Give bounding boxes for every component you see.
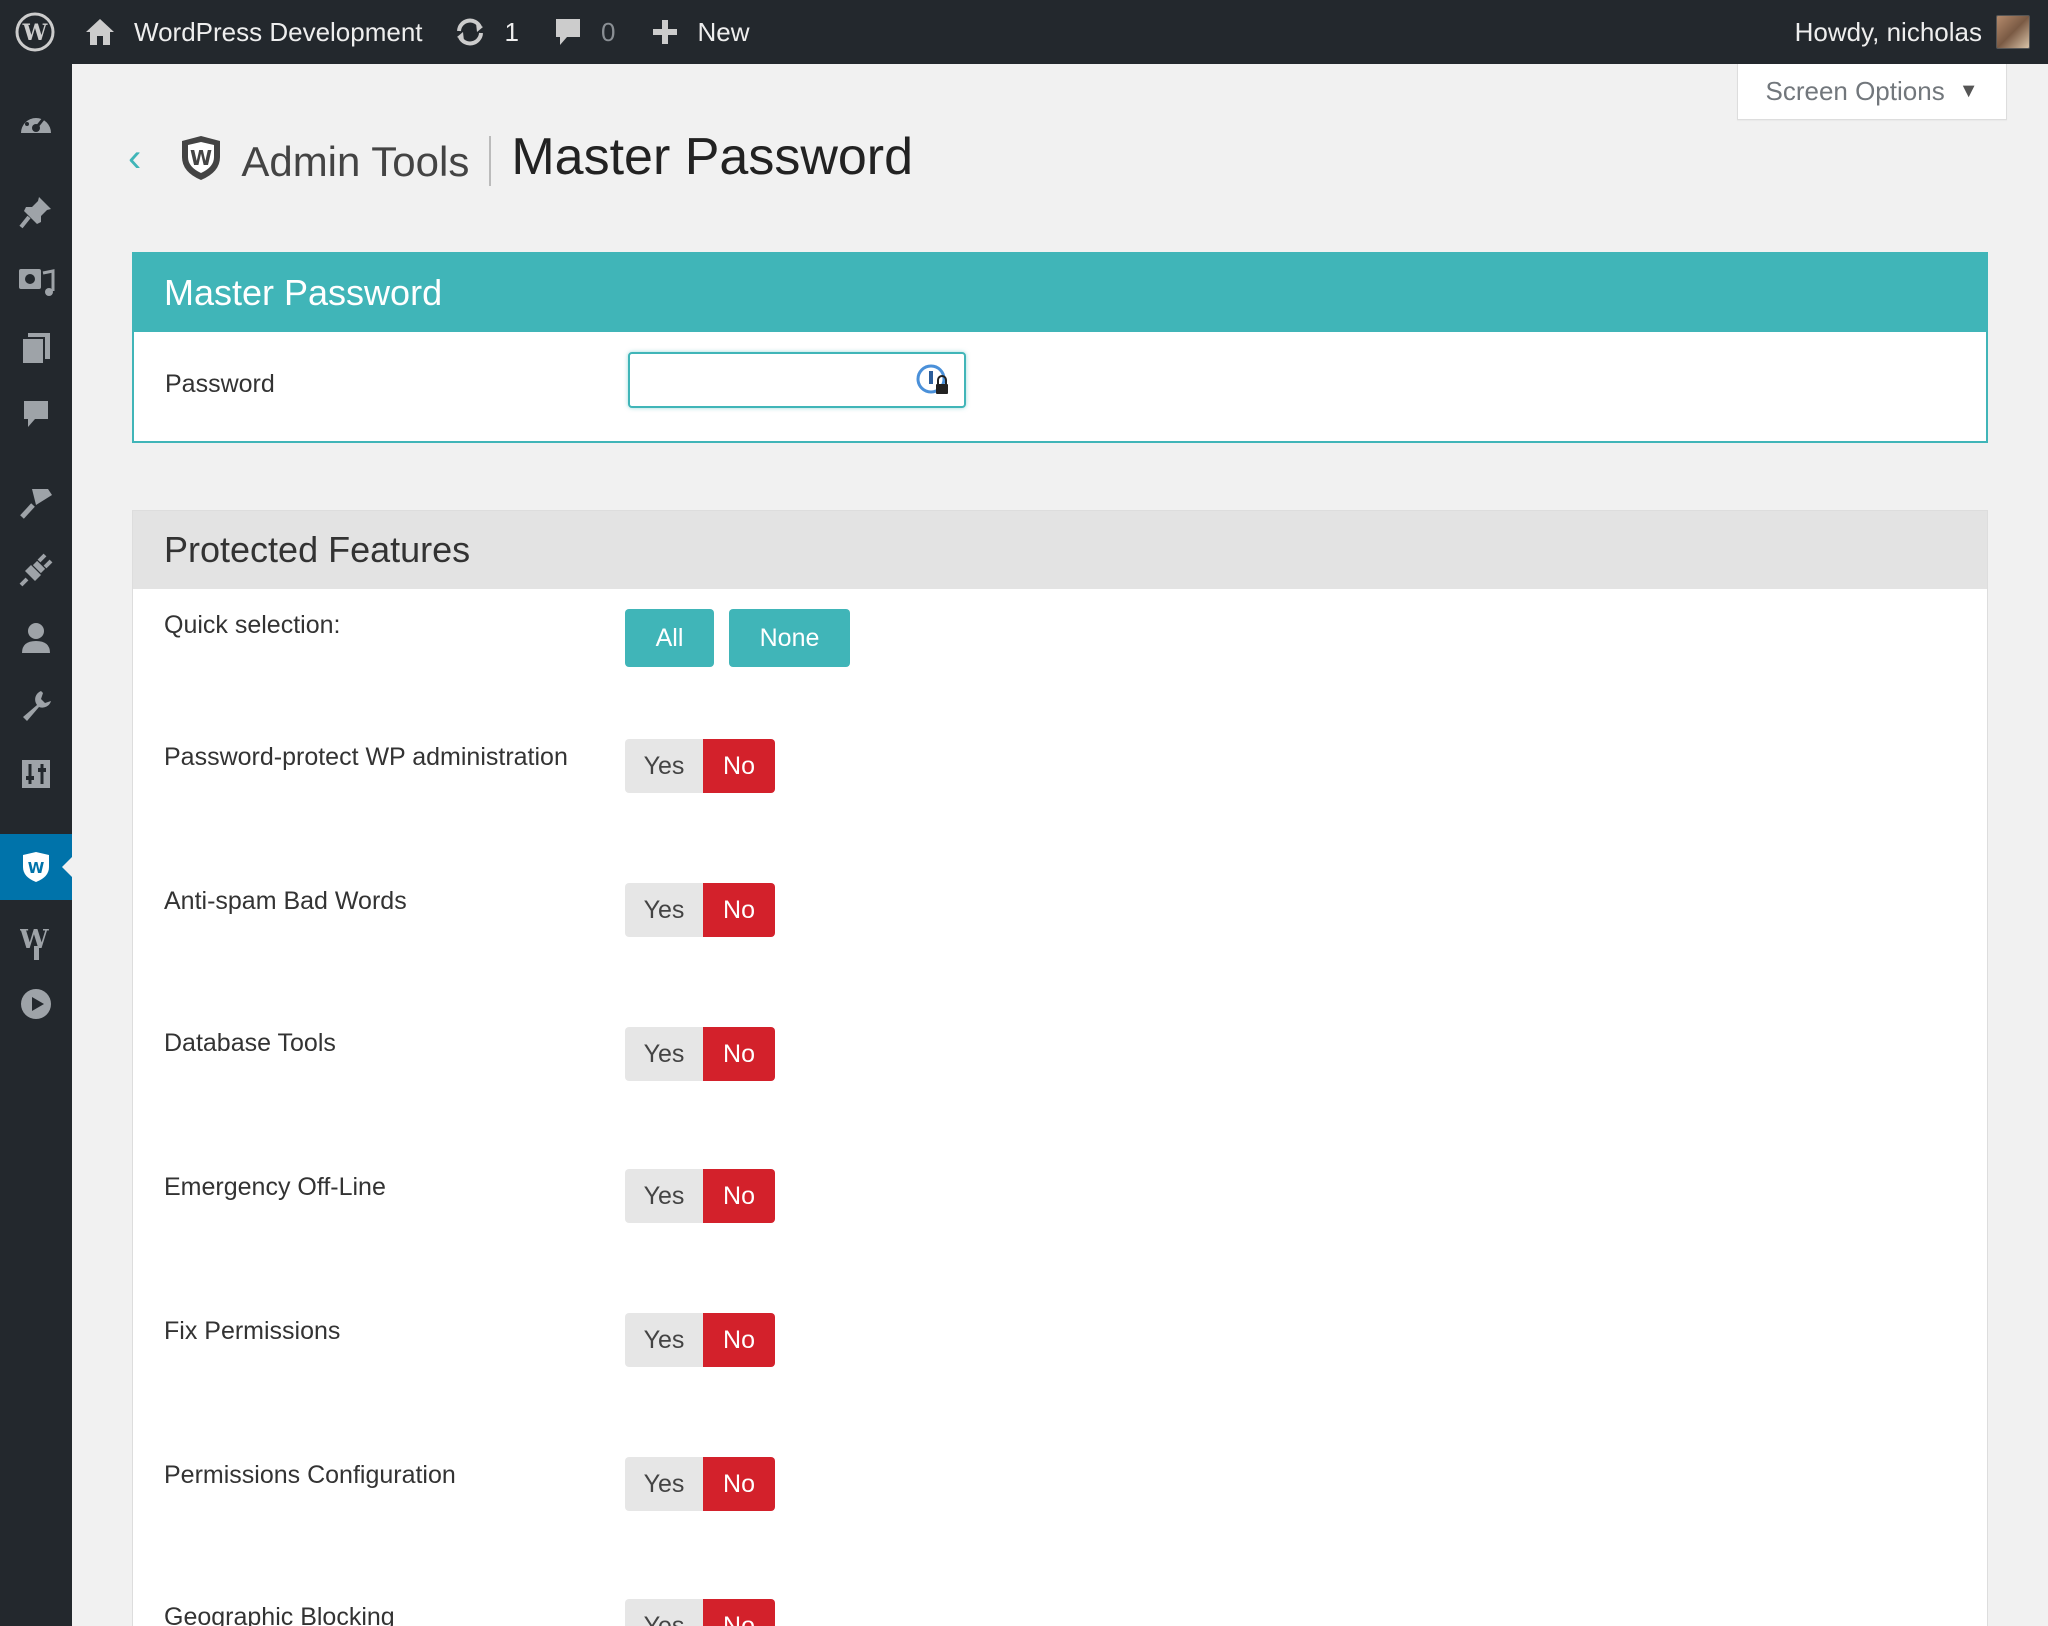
screen-options-button[interactable]: Screen Options ▼ xyxy=(1737,64,2007,120)
sliders-icon xyxy=(22,760,50,788)
home-icon xyxy=(86,19,114,45)
yes-button[interactable]: Yes xyxy=(625,1313,703,1367)
yes-button[interactable]: Yes xyxy=(625,1169,703,1223)
sidebar-item-plugins[interactable] xyxy=(0,542,72,598)
feature-toggle: Yes No xyxy=(625,1599,775,1626)
no-button[interactable]: No xyxy=(703,1313,775,1367)
no-button[interactable]: No xyxy=(703,883,775,937)
feature-toggle: Yes No xyxy=(625,1313,775,1367)
feature-label: Fix Permissions xyxy=(164,1317,341,1345)
media-icon xyxy=(19,269,55,296)
no-button[interactable]: No xyxy=(703,1027,775,1081)
brand-name: Admin Tools xyxy=(241,138,470,185)
sidebar-item-wp-plugin[interactable]: W xyxy=(0,914,72,970)
comments-count: 0 xyxy=(601,16,616,47)
svg-text:W: W xyxy=(22,20,48,46)
plug-icon xyxy=(19,553,53,587)
plus-icon xyxy=(653,20,678,44)
my-account-link[interactable]: Howdy, nicholas xyxy=(1795,0,2030,64)
pin-icon xyxy=(19,197,51,229)
feature-toggle: Yes No xyxy=(625,1027,775,1081)
admin-bar: W WordPress Development 1 0 New Howdy, n… xyxy=(0,0,2048,64)
feature-toggle: Yes No xyxy=(625,1457,775,1511)
quick-selection-label: Quick selection: xyxy=(164,611,341,639)
new-content-link[interactable]: New xyxy=(651,0,749,64)
user-icon xyxy=(22,623,50,653)
site-name: WordPress Development xyxy=(134,16,423,47)
dashboard-icon xyxy=(21,113,51,133)
sidebar-item-dashboard[interactable] xyxy=(0,94,72,150)
comments-icon xyxy=(24,401,48,427)
protected-features-heading: Protected Features xyxy=(133,511,1987,589)
admin-tools-shield-icon: W xyxy=(23,852,49,882)
wp-plugin-icon: W xyxy=(20,925,49,960)
avatar xyxy=(1996,15,2030,49)
sidebar-item-admin-tools[interactable]: W xyxy=(0,834,72,900)
admin-tools-logo-icon: W xyxy=(182,136,221,180)
wordpress-logo-icon: W xyxy=(15,12,55,52)
comments-link[interactable]: 0 xyxy=(553,0,615,64)
yes-button[interactable]: Yes xyxy=(625,1027,703,1081)
select-all-button[interactable]: All xyxy=(625,609,714,667)
protected-features-panel: Protected Features Quick selection: All … xyxy=(132,510,1988,1626)
svg-text:W: W xyxy=(190,146,212,170)
comment-icon xyxy=(556,19,580,45)
play-icon xyxy=(21,989,51,1019)
sidebar-item-settings[interactable] xyxy=(0,746,72,802)
howdy-text: Howdy, nicholas xyxy=(1794,16,1982,47)
no-button[interactable]: No xyxy=(703,739,775,793)
paintbrush-icon xyxy=(20,489,52,519)
sidebar-item-appearance[interactable] xyxy=(0,474,72,530)
wrench-icon xyxy=(23,691,51,721)
triangle-down-icon: ▼ xyxy=(1958,80,1979,102)
feature-toggle: Yes No xyxy=(625,883,775,937)
feature-toggle: Yes No xyxy=(625,739,775,793)
back-chevron-icon[interactable]: ‹ xyxy=(128,138,141,178)
screen-options-label: Screen Options xyxy=(1765,76,1945,106)
sidebar-item-video[interactable] xyxy=(0,976,72,1032)
sidebar-item-posts[interactable] xyxy=(0,184,72,240)
updates-count: 1 xyxy=(504,16,519,47)
feature-label: Geographic Blocking xyxy=(164,1603,395,1626)
feature-toggle: Yes No xyxy=(625,1169,775,1223)
sidebar-item-pages[interactable] xyxy=(0,320,72,376)
updates-icon xyxy=(456,18,483,46)
feature-label: Permissions Configuration xyxy=(164,1461,456,1489)
page-title: Master Password xyxy=(511,128,914,186)
pages-icon xyxy=(21,333,50,365)
select-none-button[interactable]: None xyxy=(729,609,850,667)
no-button[interactable]: No xyxy=(703,1457,775,1511)
sidebar-item-comments[interactable] xyxy=(0,386,72,442)
yes-button[interactable]: Yes xyxy=(625,1457,703,1511)
no-button[interactable]: No xyxy=(703,1169,775,1223)
header-separator xyxy=(489,136,492,186)
no-button[interactable]: No xyxy=(703,1599,775,1626)
yes-button[interactable]: Yes xyxy=(625,1599,703,1626)
master-password-panel: Master Password Password xyxy=(132,252,1988,443)
feature-label: Emergency Off-Line xyxy=(164,1173,386,1201)
sidebar-item-tools[interactable] xyxy=(0,678,72,734)
yes-button[interactable]: Yes xyxy=(625,739,703,793)
wordpress-logo-button[interactable]: W xyxy=(0,0,70,64)
password-label: Password xyxy=(165,370,275,398)
yes-button[interactable]: Yes xyxy=(625,883,703,937)
feature-label: Anti-spam Bad Words xyxy=(164,887,407,915)
updates-link[interactable]: 1 xyxy=(453,0,519,64)
sidebar-item-media[interactable] xyxy=(0,254,72,310)
page-header: ‹ W Admin Tools Master Password xyxy=(128,118,913,198)
feature-label: Password-protect WP administration xyxy=(164,743,568,771)
site-name-link[interactable]: WordPress Development xyxy=(84,0,423,64)
password-manager-icon[interactable] xyxy=(916,364,952,398)
admin-sidebar: W W xyxy=(0,64,72,1626)
feature-label: Database Tools xyxy=(164,1029,336,1057)
new-label: New xyxy=(697,16,750,47)
svg-text:W: W xyxy=(28,859,45,877)
master-password-heading: Master Password xyxy=(134,254,1986,332)
sidebar-item-users[interactable] xyxy=(0,610,72,666)
